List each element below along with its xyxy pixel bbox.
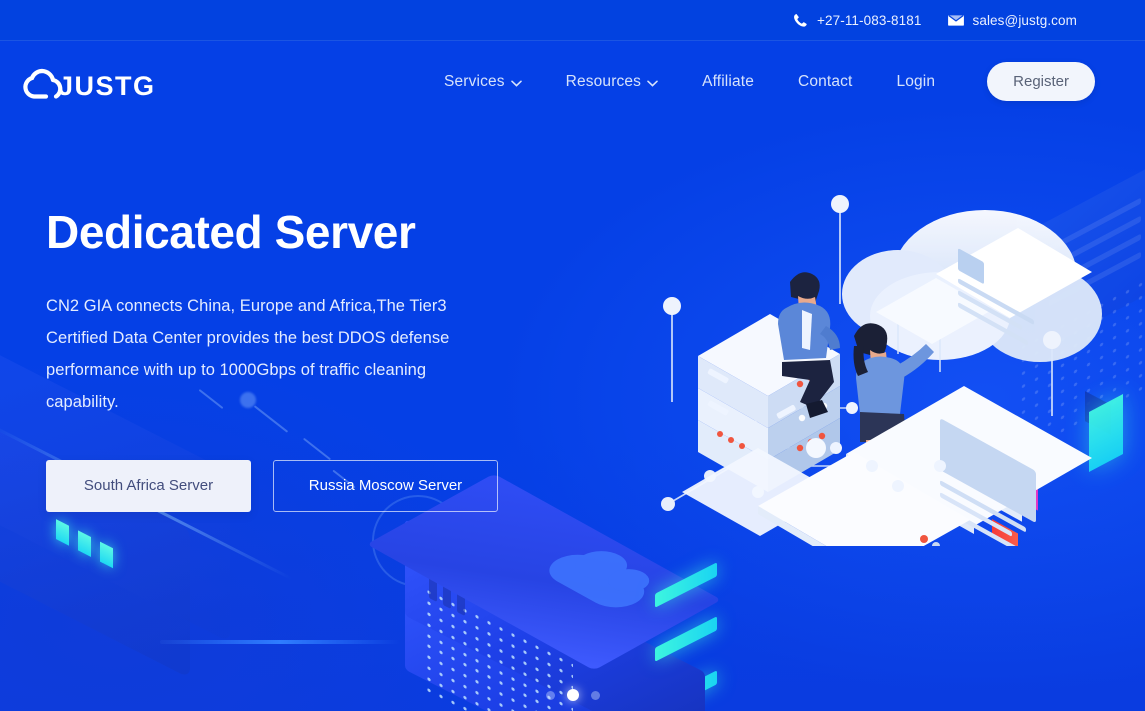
nav-item-login[interactable]: Login <box>874 73 957 91</box>
nav-label: Contact <box>797 72 853 90</box>
hero-page: +27-11-083-8181 sales@justg.com JUSTG Se… <box>0 0 1145 711</box>
carousel-dot-1[interactable] <box>545 690 555 700</box>
page-title: Dedicated Server <box>46 206 416 258</box>
email-address: sales@justg.com <box>972 12 1077 28</box>
top-contact-bar: +27-11-083-8181 sales@justg.com <box>0 0 1145 41</box>
nav-item-contact[interactable]: Contact <box>776 73 874 91</box>
south-africa-server-button[interactable]: South Africa Server <box>46 459 251 512</box>
nav-label: Login <box>896 72 936 90</box>
nav-item-services[interactable]: Services <box>422 72 544 92</box>
background-light-beam <box>160 640 400 644</box>
russia-moscow-server-button[interactable]: Russia Moscow Server <box>273 459 498 512</box>
contact-phone[interactable]: +27-11-083-8181 <box>793 13 921 28</box>
background-led-indicators <box>56 519 122 578</box>
mail-icon <box>947 14 964 27</box>
phone-number: +27-11-083-8181 <box>817 12 922 28</box>
cloud-logo-icon <box>23 68 63 99</box>
register-button[interactable]: Register <box>987 62 1095 101</box>
hero-description: CN2 GIA connects China, Europe and Afric… <box>46 296 450 411</box>
phone-icon <box>793 13 808 28</box>
hero-content: Dedicated Server CN2 GIA connects China,… <box>46 206 546 512</box>
main-navbar: JUSTG Services Resources Affiliate Conta… <box>0 41 1145 122</box>
nav-item-resources[interactable]: Resources <box>544 72 680 92</box>
nav-links: Services Resources Affiliate Contact Log… <box>422 41 1095 122</box>
hero-illustration <box>640 186 1120 546</box>
nav-label: Services <box>444 72 505 90</box>
server-cloud-emblem <box>537 548 656 614</box>
nav-label: Affiliate <box>702 72 754 90</box>
chevron-down-icon <box>647 74 658 92</box>
hero-cta-group: South Africa Server Russia Moscow Server <box>46 459 546 512</box>
nav-label: Resources <box>565 72 642 90</box>
carousel-pagination <box>0 689 1145 701</box>
brand-logo[interactable]: JUSTG <box>14 55 154 107</box>
svg-text:JUSTG: JUSTG <box>58 71 154 101</box>
carousel-dot-3[interactable] <box>590 690 600 700</box>
carousel-dot-2[interactable] <box>566 689 579 701</box>
nav-item-affiliate[interactable]: Affiliate <box>680 73 776 91</box>
chevron-down-icon <box>510 74 522 92</box>
contact-email[interactable]: sales@justg.com <box>947 12 1078 28</box>
